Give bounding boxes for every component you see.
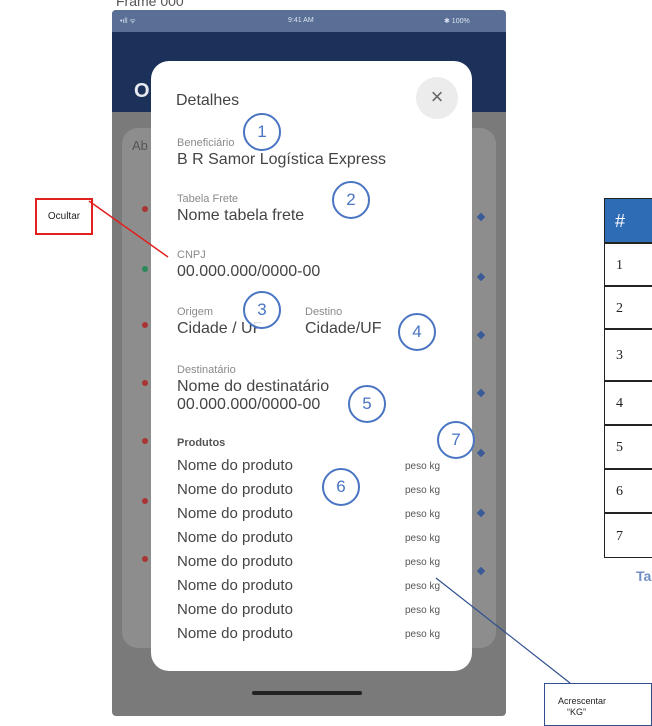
annotation-acrescentar-line1: Acrescentar: [558, 696, 607, 706]
ocultar-connector: [88, 200, 169, 258]
table-row: 7: [604, 513, 652, 558]
annotation-lines: [88, 200, 571, 684]
table-caption: Ta: [636, 568, 652, 584]
acrescentar-connector: [435, 577, 571, 684]
annotation-ocultar: Ocultar: [35, 198, 93, 235]
table-row: 6: [604, 469, 652, 513]
annotation-acrescentar: Acrescentar “KG”: [544, 683, 652, 726]
table-row: 2: [604, 286, 652, 329]
table-header: #: [604, 198, 652, 243]
table-row: 5: [604, 425, 652, 469]
annotation-acrescentar-line2: “KG”: [567, 707, 586, 717]
table-row: 3: [604, 329, 652, 381]
table-row: 1: [604, 243, 652, 286]
table-row: 4: [604, 381, 652, 425]
